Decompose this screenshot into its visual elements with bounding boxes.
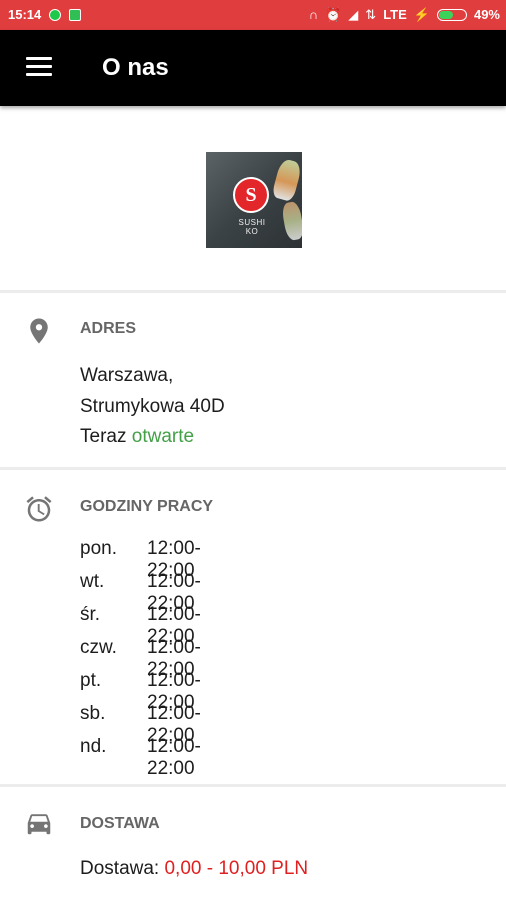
divider — [0, 784, 506, 787]
restaurant-logo: S SUSHI KO — [206, 152, 302, 248]
now-label: Teraz — [80, 426, 127, 447]
battery-icon — [436, 8, 467, 21]
charging-icon: ⚡ — [413, 7, 430, 22]
car-icon — [27, 814, 51, 835]
open-status: otwarte — [131, 426, 195, 447]
network-type: LTE — [383, 7, 407, 22]
signal-icon: ◢ — [348, 7, 359, 22]
hours-time: 12:00-22:00 — [147, 736, 201, 779]
logo-food-decoration — [271, 157, 302, 203]
data-arrows-icon: ⇅ — [365, 7, 377, 22]
notification-dot-icon — [49, 8, 62, 21]
divider — [0, 290, 506, 293]
app-bar: O nas — [0, 30, 506, 106]
logo-food-decoration — [280, 200, 302, 242]
hamburger-menu-icon[interactable] — [26, 57, 52, 77]
address-street: Strumykowa 40D — [80, 396, 225, 417]
delivery-line: Dostawa: 0,00 - 10,00 PLN — [80, 858, 308, 880]
status-time: 15:14 — [8, 7, 42, 22]
hours-heading: GODZINY PRACY — [80, 498, 214, 515]
delivery-heading: DOSTAWA — [80, 815, 160, 832]
headphones-icon: ∩ — [308, 7, 319, 22]
notification-app-icon — [69, 8, 82, 21]
divider — [0, 467, 506, 470]
logo-brand-text: SUSHI KO — [238, 218, 266, 236]
hours-day: sb. — [80, 703, 106, 724]
alarm-clock-icon — [26, 496, 52, 522]
location-pin-icon — [30, 318, 48, 344]
address-city: Warszawa, — [80, 365, 174, 386]
hours-day: śr. — [80, 604, 101, 625]
hours-day: czw. — [80, 637, 117, 658]
status-bar: 15:14 ∩ ⏰ ◢ ⇅ LTE ⚡ 49% — [0, 0, 506, 30]
battery-percent: 49% — [473, 7, 500, 22]
delivery-price: 0,00 - 10,00 PLN — [164, 858, 309, 879]
hours-day: pon. — [80, 538, 117, 559]
open-status-line: Teraz otwarte — [80, 426, 194, 448]
alarm-status-icon: ⏰ — [325, 7, 342, 22]
delivery-label: Dostawa: — [80, 858, 160, 879]
logo-badge-icon: S — [233, 177, 269, 213]
hours-day: nd. — [80, 736, 107, 757]
hours-day: pt. — [80, 670, 102, 691]
hours-day: wt. — [80, 571, 105, 592]
page-title: O nas — [102, 54, 169, 81]
address-heading: ADRES — [80, 320, 137, 337]
